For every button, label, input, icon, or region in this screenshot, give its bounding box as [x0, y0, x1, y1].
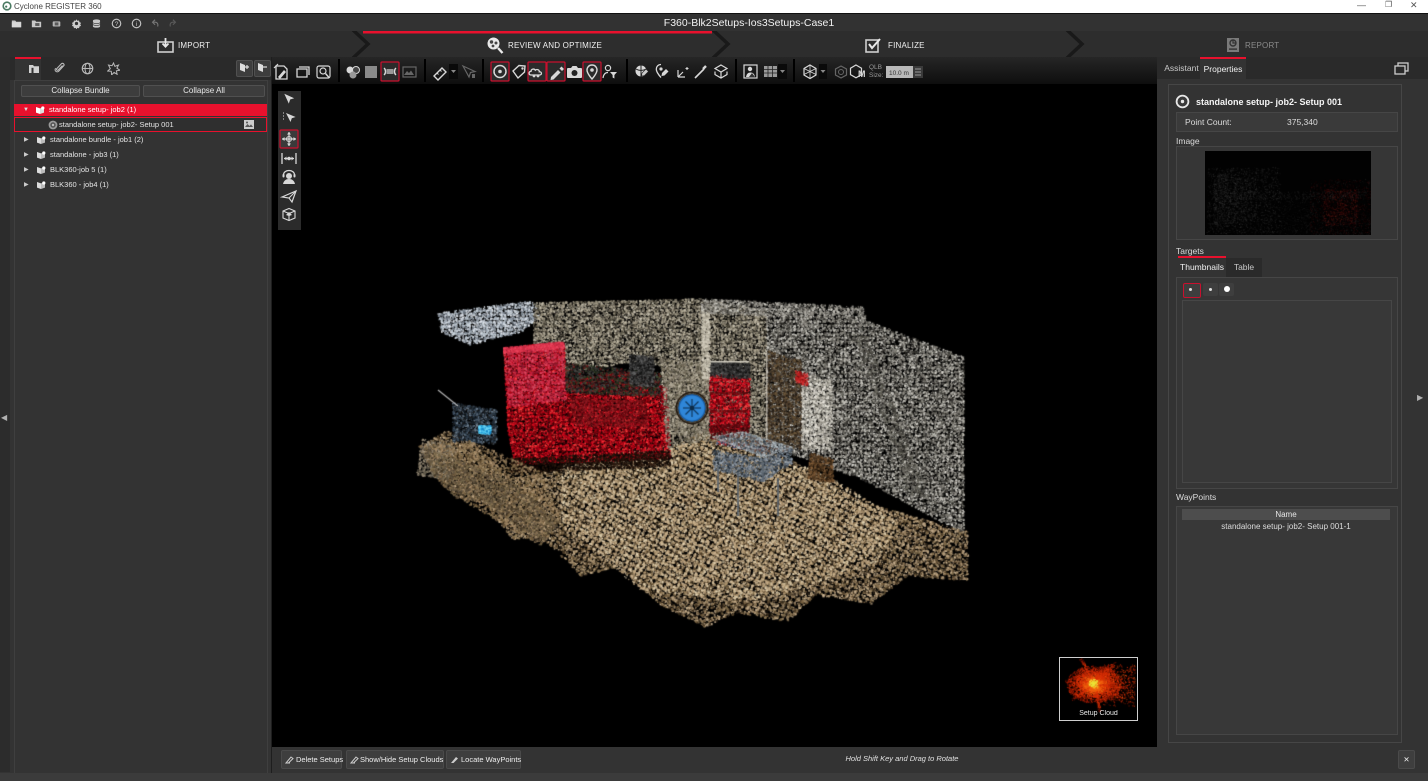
svg-text:QLB: QLB	[869, 64, 882, 71]
svg-text:Size:: Size:	[869, 72, 884, 79]
svg-text:i: i	[136, 21, 138, 28]
svg-text:10.0 m: 10.0 m	[889, 70, 909, 77]
svg-text:?: ?	[115, 21, 119, 28]
svg-text:M: M	[858, 69, 866, 79]
